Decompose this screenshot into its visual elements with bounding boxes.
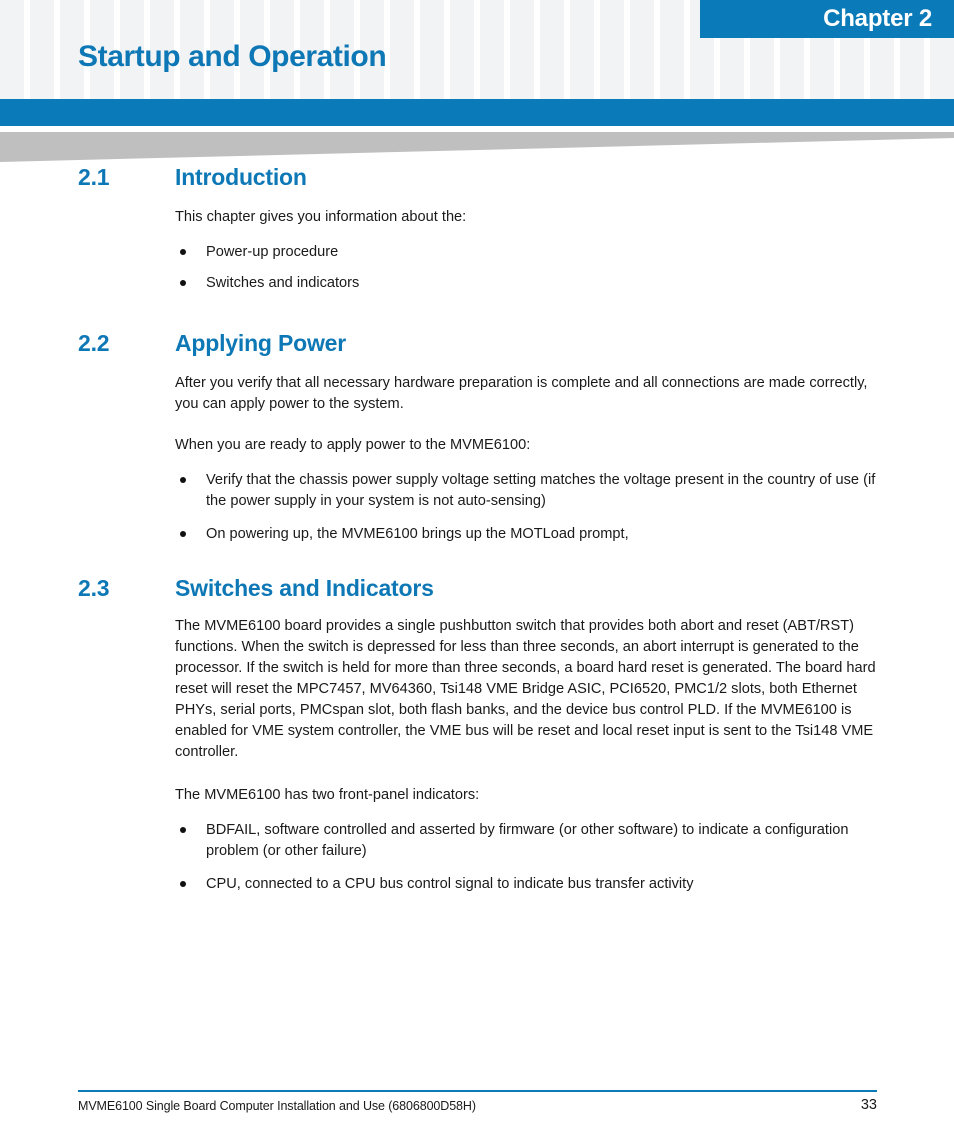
header-blue-bar [0,99,954,126]
bullet-dot-icon [180,827,186,833]
list-item: Switches and indicators [175,273,894,294]
section-applying-power: 2.2 Applying Power After you verify that… [0,330,954,545]
list-item-label: Verify that the chassis power supply vol… [206,472,876,509]
section-number: 2.2 [78,330,110,356]
section-introduction: 2.1 Introduction This chapter gives you … [0,164,954,294]
section-title: Introduction [175,164,307,190]
bullet-dot-icon [180,249,186,255]
list-item: Power-up procedure [175,242,894,263]
applying-power-paragraph-2: When you are ready to apply power to the… [175,437,531,453]
section-title: Applying Power [175,330,346,356]
chapter-title: Startup and Operation [78,40,387,73]
list-item: BDFAIL, software controlled and asserted… [175,820,884,862]
switches-paragraph-2: The MVME6100 has two front-panel indicat… [175,787,480,803]
bullet-dot-icon [180,881,186,887]
header-gray-wedge [0,132,954,164]
list-item-label: Switches and indicators [206,275,360,291]
intro-paragraph: This chapter gives you information about… [175,209,467,225]
section-heading-2-3: 2.3 Switches and Indicators [0,575,954,602]
bullet-dot-icon [180,477,186,483]
applying-power-paragraph-1: After you verify that all necessary hard… [175,375,868,412]
list-item-label: Power-up procedure [206,244,339,260]
section-number: 2.1 [78,164,110,190]
applying-power-bullet-list: Verify that the chassis power supply vol… [0,470,954,545]
footer-document-title: MVME6100 Single Board Computer Installat… [78,1099,476,1113]
section-title: Switches and Indicators [175,575,434,601]
list-item-label: BDFAIL, software controlled and asserted… [206,822,849,859]
list-item-label: On powering up, the MVME6100 brings up t… [206,526,629,542]
switches-paragraph-1: The MVME6100 board provides a single pus… [175,618,876,760]
list-item-label: CPU, connected to a CPU bus control sign… [206,876,694,892]
footer-rule [78,1090,877,1092]
section-heading-2-2: 2.2 Applying Power [0,330,954,357]
indicators-bullet-list: BDFAIL, software controlled and asserted… [0,820,954,895]
list-item: CPU, connected to a CPU bus control sign… [175,874,884,895]
section-heading-2-1: 2.1 Introduction [0,164,954,191]
section-switches-and-indicators: 2.3 Switches and Indicators The MVME6100… [0,575,954,895]
list-item: On powering up, the MVME6100 brings up t… [175,524,884,545]
introduction-bullet-list: Power-up procedure Switches and indicato… [0,242,954,294]
page-content: 2.1 Introduction This chapter gives you … [0,164,954,895]
section-number: 2.3 [78,575,110,601]
list-item: Verify that the chassis power supply vol… [175,470,884,512]
footer-page-number: 33 [860,1097,877,1113]
chapter-badge: Chapter 2 [700,0,954,38]
bullet-dot-icon [180,280,186,286]
bullet-dot-icon [180,531,186,537]
